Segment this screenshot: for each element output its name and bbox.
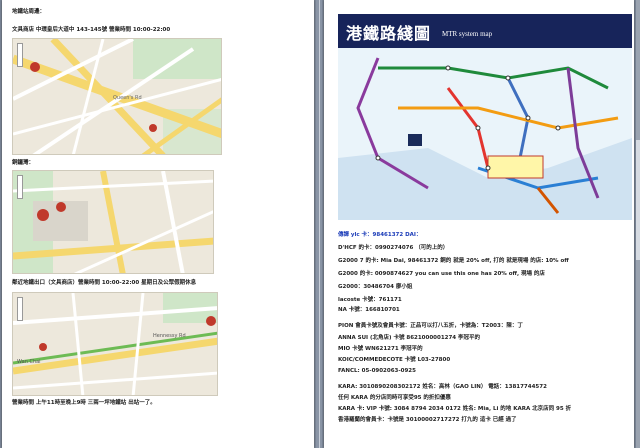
right-line-4: G2000 的卡: 0090874627 you can use this on… [338, 271, 545, 277]
right-line-8: PION 會員卡號及會員卡號：正品可以打八五折，卡號為：T2003：陳：丁 [338, 323, 523, 329]
right-line-3: G2000 7 的卡: Mia Dai, 98461372 銅的 就是 20% … [338, 258, 569, 264]
left-title: 地鐵站周邊： [12, 9, 46, 15]
street-map-3: Hennessy Rd Wan Chai [12, 292, 218, 396]
street-map-2 [12, 170, 214, 274]
street-map-1: Queen's Rd [12, 38, 222, 155]
zoom-control[interactable] [17, 175, 23, 199]
mtr-map-header: 港鐵路綫圖 MTR system map [338, 14, 632, 48]
right-line-15: KARA 卡: VIP 卡號: 3084 8794 2034 0172 姓名: … [338, 406, 572, 412]
right-line-14: 任何 KARA 的分店同時可享受95 的折扣優惠 [338, 395, 451, 401]
left-line-3: 鄰近地鐵出口（文具商店）營業時間 10:00-22:00 星期日及公眾假期休息 [12, 280, 197, 286]
mtr-subtitle: MTR system map [442, 30, 493, 38]
page-gap-line [319, 0, 320, 448]
right-line-13: KARA: 3010890208302172 姓名：高林（GAO LIN） 電話… [338, 384, 547, 390]
left-line-2: 銅鑼灣： [12, 160, 35, 166]
document-page-left: 地鐵站周邊： 文具商店 中環皇后大道中 143-145號 營業時間 10:00-… [2, 0, 314, 448]
right-line-9: ANNA SUI (北角店) 卡號 8621000001274 李冠平的 [338, 335, 481, 341]
document-page-right: 港鐵路綫圖 MTR system map 傳譯 ylc 卡：98461372 D [324, 0, 634, 448]
svg-text:Hennessy Rd: Hennessy Rd [153, 333, 186, 339]
scrollbar-thumb[interactable] [636, 140, 640, 260]
svg-text:Wan Chai: Wan Chai [17, 359, 41, 365]
right-line-12: FANCL: 05-0902063-0925 [338, 368, 416, 374]
right-line-6: lacoste 卡號：761171 [338, 297, 402, 303]
right-line-10: MIO 卡號 WN621271 李冠平的 [338, 346, 423, 352]
left-line-1: 文具商店 中環皇后大道中 143-145號 營業時間 10:00-22:00 [12, 27, 171, 33]
right-line-16: 香港羅蘭的會員卡：卡號是 30100002717272 打九的 這卡 已經 過了 [338, 417, 517, 423]
zoom-control[interactable] [17, 43, 23, 67]
right-line-1: 傳譯 ylc 卡：98461372 DAI： [338, 232, 422, 238]
right-line-5: G2000：30486704 廖小姐 [338, 284, 413, 290]
mtr-system-map [338, 48, 632, 220]
zoom-control[interactable] [17, 297, 23, 321]
svg-text:Queen's Rd: Queen's Rd [113, 95, 142, 101]
right-line-2: D'HCF 的卡：0990274076 （可的上的） [338, 245, 449, 251]
left-line-4: 營業時間 上午11時至晚上9時 三兩一坪地鐵站 出站一了。 [12, 400, 156, 406]
vertical-scrollbar[interactable] [636, 0, 640, 448]
right-line-7: NA 卡號：166810701 [338, 307, 400, 313]
right-line-11: KOIC/COMMEDECOTE 卡號 L03-27800 [338, 357, 451, 363]
mtr-title: 港鐵路綫圖 [346, 24, 432, 43]
